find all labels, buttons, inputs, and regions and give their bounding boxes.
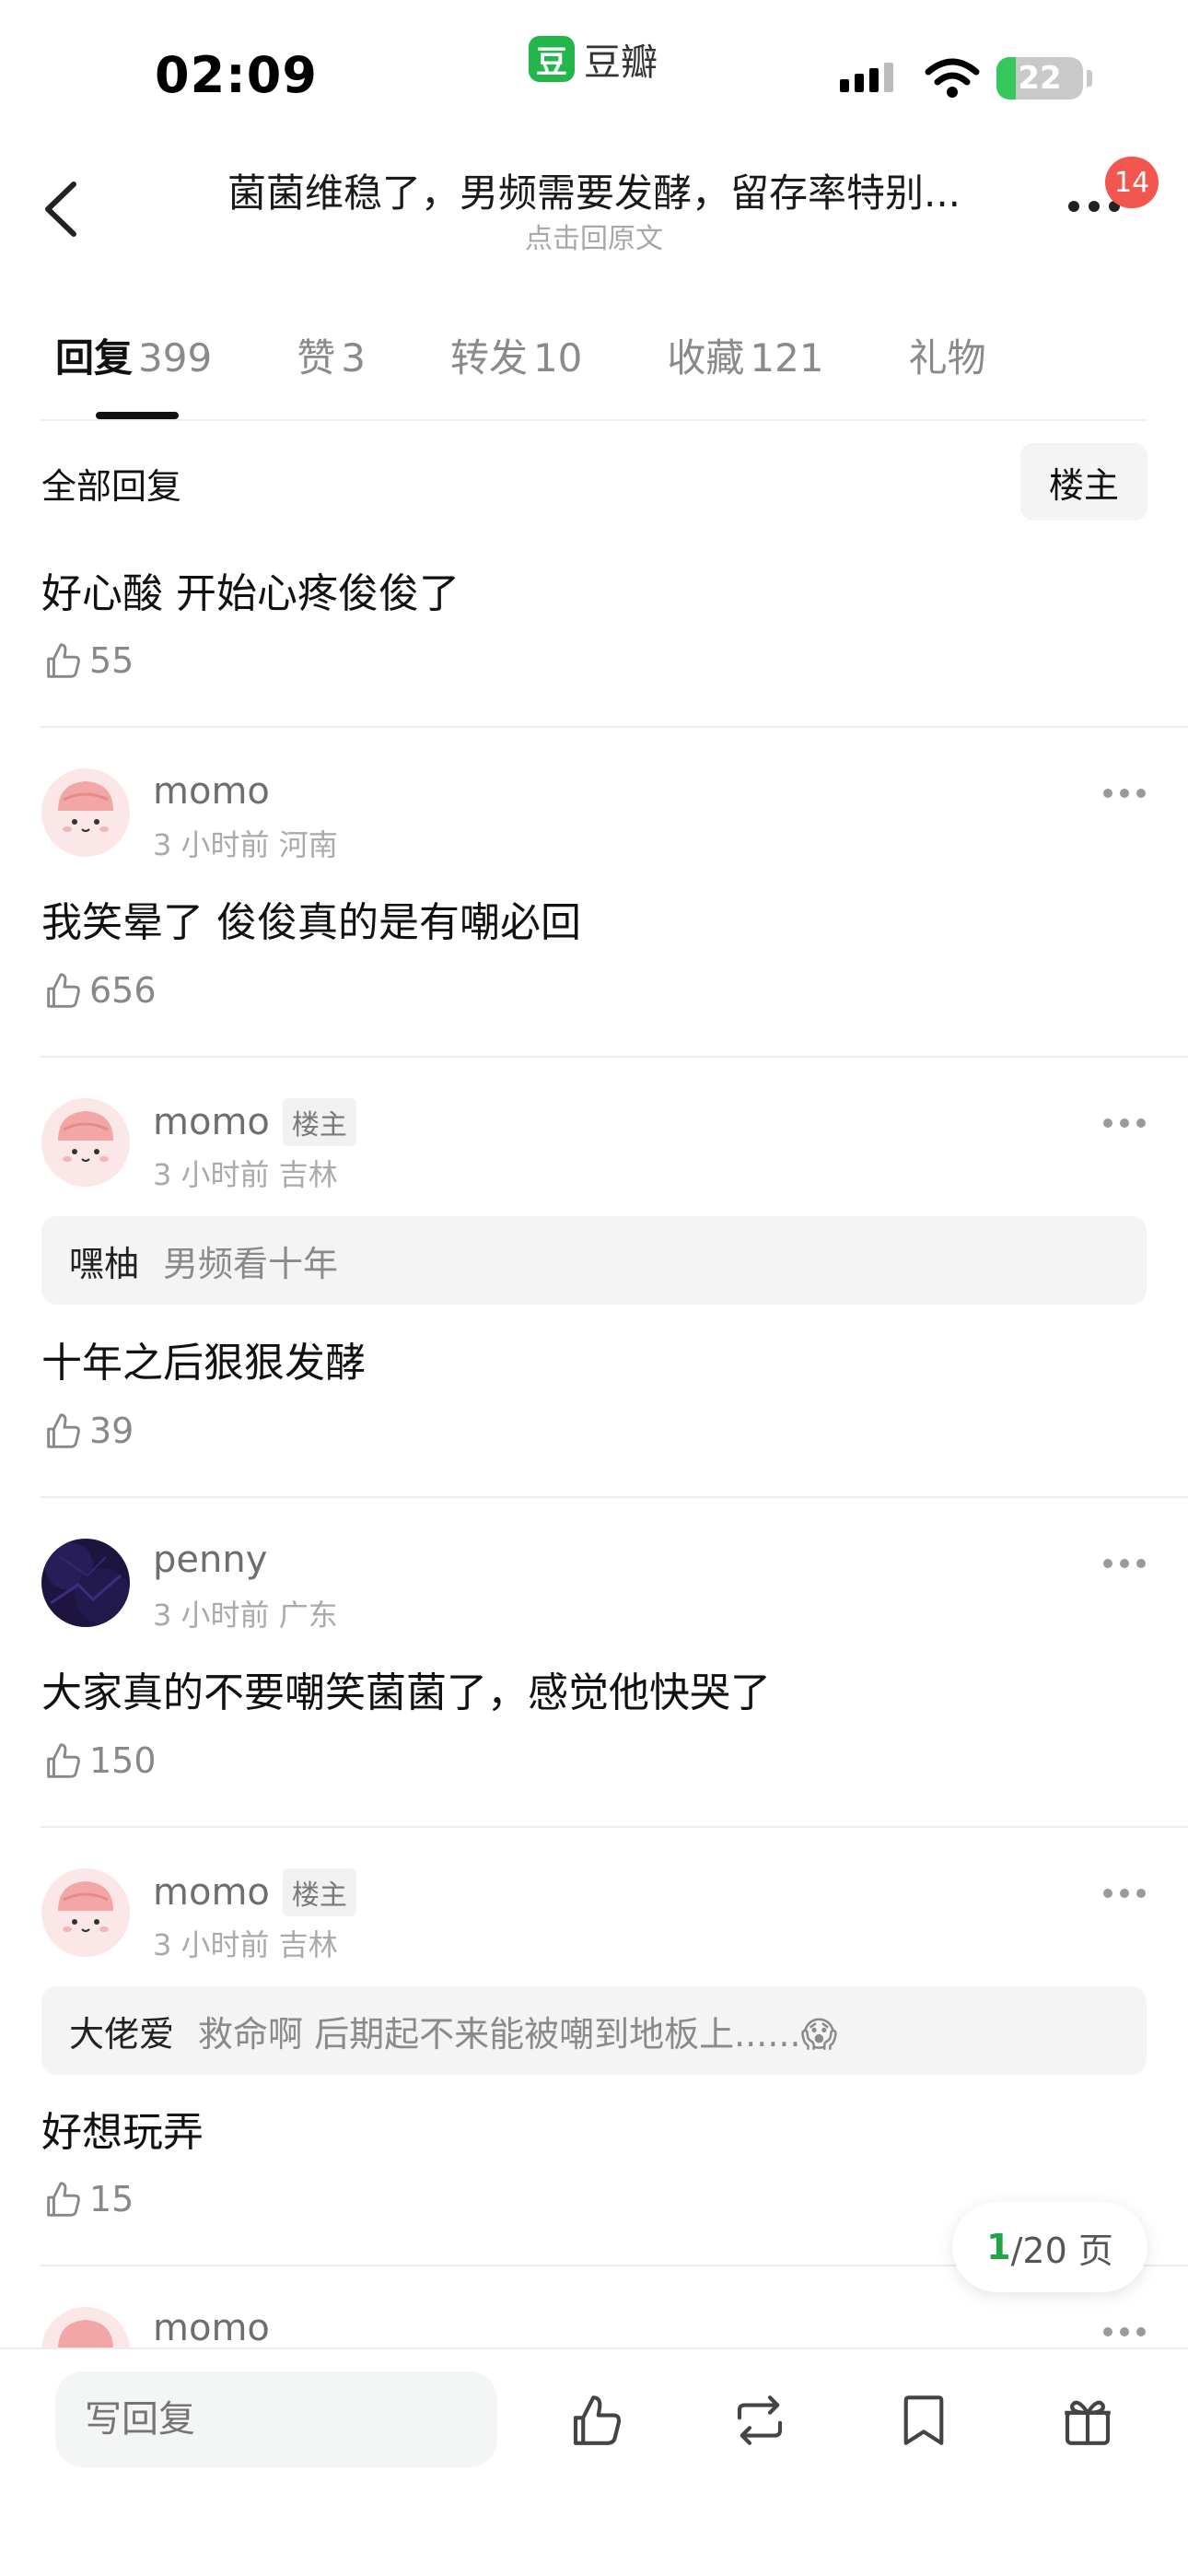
comment-more-button[interactable]: [1103, 1559, 1146, 1568]
total-pages: /20 页: [1010, 2230, 1113, 2271]
post-title[interactable]: 菌菌维稳了，男频需要发酵，留存率特别...: [166, 162, 1022, 218]
comment-meta: 3 小时前 吉林: [153, 1157, 338, 1192]
bookmark-icon: [903, 2395, 944, 2445]
thumbs-up-icon: [47, 2182, 80, 2217]
tab-collections[interactable]: 收藏 121: [667, 327, 823, 383]
divider: [41, 1056, 1188, 1058]
like-count: 150: [89, 1740, 157, 1781]
back-button[interactable]: [37, 177, 92, 241]
op-tag-badge: 楼主: [282, 1098, 356, 1146]
avatar-image: [41, 1098, 130, 1187]
chevron-left-icon: [45, 181, 76, 237]
username[interactable]: momo: [153, 770, 270, 813]
tab-gifts[interactable]: 礼物: [909, 327, 986, 383]
quoted-username: 大佬爱: [69, 2013, 175, 2055]
comment-text: 大家真的不要嘲笑菌菌了，感觉他快哭了: [41, 1669, 771, 1716]
tab-replies[interactable]: 回复 399: [55, 327, 212, 383]
bottom-action-bar: [0, 2348, 1188, 2576]
post-tabs: 回复 399 赞3 转发 10 收藏 121 礼物: [55, 327, 986, 383]
status-bar: 02:09 豆 豆瓣 22: [0, 0, 1188, 147]
avatar[interactable]: [41, 1868, 130, 1957]
comment-text: 十年之后狠狠发酵: [41, 1340, 366, 1387]
op-tag-badge: 楼主: [282, 1868, 356, 1916]
tab-likes[interactable]: 赞3: [297, 327, 366, 383]
comment-text: 好想玩弄: [41, 2109, 204, 2156]
battery-level: 22: [1018, 60, 1062, 97]
divider: [41, 419, 1147, 421]
post-header: 菌菌维稳了，男频需要发酵，留存率特别... 点击回原文 14: [0, 157, 1188, 267]
gift-button[interactable]: [1055, 2388, 1120, 2453]
page-indicator[interactable]: 1/20 页: [952, 2202, 1147, 2292]
comment-more-button[interactable]: [1103, 1118, 1146, 1128]
avatar[interactable]: [41, 1098, 130, 1187]
like-count: 39: [89, 1411, 134, 1451]
all-replies-label: 全部回复: [41, 466, 182, 507]
app-name: 豆瓣: [584, 41, 658, 84]
like-button[interactable]: 150: [41, 1739, 157, 1782]
username[interactable]: momo 楼主: [153, 1868, 356, 1916]
wifi-icon: [925, 57, 980, 103]
divider: [41, 726, 1188, 728]
quoted-username: 嘿柚: [69, 1243, 140, 1284]
comment-meta: 3 小时前 吉林: [153, 1927, 338, 1962]
like-count: 656: [89, 970, 157, 1011]
avatar-image: [41, 1868, 130, 1957]
bookmark-button[interactable]: [891, 2388, 956, 2453]
thumbs-up-icon: [573, 2395, 622, 2445]
repost-button[interactable]: [728, 2388, 792, 2453]
like-button[interactable]: 39: [41, 1410, 134, 1452]
comment-more-button[interactable]: [1103, 2327, 1146, 2336]
quoted-reply[interactable]: 嘿柚 男频看十年: [41, 1216, 1147, 1305]
repost-icon: [737, 2395, 783, 2445]
comment-more-button[interactable]: [1103, 1889, 1146, 1898]
comment-meta: 3 小时前 河南: [153, 827, 338, 862]
username[interactable]: penny: [153, 1539, 267, 1581]
app-badge: 豆 豆瓣: [529, 35, 658, 84]
comment-text: 好心酸 开始心疼俊俊了: [41, 570, 460, 617]
current-page: 1: [986, 2227, 1011, 2267]
quoted-text: 救命啊 后期起不来能被嘲到地板上......😱: [198, 2013, 838, 2055]
like-post-button[interactable]: [564, 2388, 628, 2453]
like-button[interactable]: 15: [41, 2178, 134, 2220]
active-tab-indicator: [96, 412, 179, 419]
like-button[interactable]: 55: [41, 639, 134, 682]
avatar[interactable]: [41, 768, 130, 857]
quoted-reply[interactable]: 大佬爱 救命啊 后期起不来能被嘲到地板上......😱: [41, 1986, 1147, 2075]
divider: [41, 1496, 1188, 1498]
reply-input[interactable]: [55, 2371, 497, 2467]
comment-more-button[interactable]: [1103, 789, 1146, 798]
comment-text: 我笑晕了 俊俊真的是有嘲必回: [41, 899, 581, 946]
douban-logo-icon: 豆: [529, 36, 575, 82]
username[interactable]: momo 楼主: [153, 1098, 356, 1146]
thumbs-up-icon: [47, 1413, 80, 1448]
quoted-text: 男频看十年: [163, 1243, 339, 1284]
like-count: 15: [89, 2179, 134, 2219]
thumbs-up-icon: [47, 973, 80, 1008]
like-button[interactable]: 656: [41, 969, 157, 1012]
like-count: 55: [89, 640, 134, 681]
tab-reposts[interactable]: 转发 10: [450, 327, 582, 383]
avatar-image: [41, 768, 130, 857]
avatar[interactable]: [41, 1539, 130, 1627]
cellular-signal-icon: [840, 63, 893, 92]
avatar-image: [41, 1539, 130, 1627]
comment-meta: 3 小时前 广东: [153, 1598, 338, 1633]
gift-icon: [1065, 2400, 1111, 2445]
status-time: 02:09: [155, 46, 318, 104]
thumbs-up-icon: [47, 643, 80, 678]
op-only-filter-button[interactable]: 楼主: [1020, 443, 1147, 521]
back-to-original-link[interactable]: 点击回原文: [166, 216, 1022, 256]
notification-badge: 14: [1105, 157, 1159, 208]
divider: [41, 1826, 1188, 1828]
username[interactable]: momo: [153, 2307, 270, 2349]
battery-icon: 22: [996, 57, 1083, 100]
thumbs-up-icon: [47, 1743, 80, 1778]
more-options-button[interactable]: [1068, 201, 1120, 212]
